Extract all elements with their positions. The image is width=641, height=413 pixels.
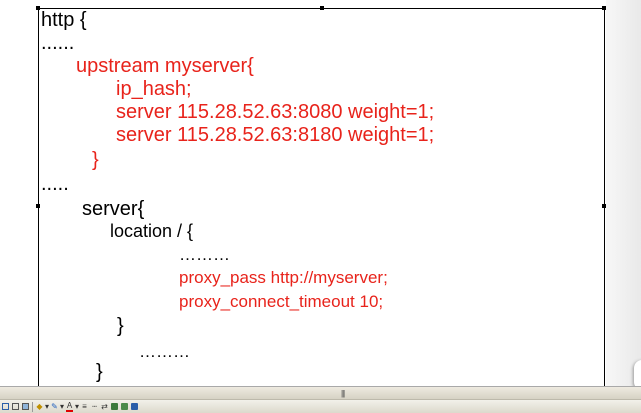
dash-style-icon[interactable]: ┄ [90, 402, 99, 412]
code-line-upstream-close: } [92, 149, 99, 171]
code-line-server-close: } [96, 361, 103, 383]
code-line-server-8080: server 115.28.52.63:8080 weight=1; [116, 101, 435, 123]
textbox-icon[interactable] [11, 402, 20, 412]
dropdown-arrow-icon[interactable]: ▾ [75, 402, 79, 412]
resize-handle-top-center[interactable] [320, 6, 324, 10]
code-line-http: http { [41, 9, 87, 31]
right-panel-edge [606, 0, 641, 390]
code-line-proxy-timeout: proxy_connect_timeout 10; [179, 292, 384, 311]
code-line-ip-hash: ip_hash; [116, 78, 192, 100]
3d-icon[interactable] [120, 402, 129, 412]
arrow-style-icon[interactable]: ⇄ [100, 402, 109, 412]
code-line-server-8180: server 115.28.52.63:8180 weight=1; [116, 124, 435, 146]
slide-canvas[interactable]: http { ...... upstream myserver{ ip_hash… [36, 6, 606, 386]
code-line-ellipsis-4: ……… [139, 342, 190, 361]
code-line-ellipsis-2: ..... [41, 173, 69, 195]
code-line-server-block: server{ [82, 198, 145, 220]
picture-icon[interactable] [21, 402, 30, 412]
code-line-location: location / { [110, 221, 194, 241]
line-style-icon[interactable]: ≡ [80, 402, 89, 412]
code-line-ellipsis-3: ……… [179, 245, 230, 264]
line-color-icon[interactable]: ✎ [50, 402, 59, 412]
font-color-icon[interactable]: A [65, 401, 74, 412]
autoshape-icon[interactable] [1, 402, 10, 412]
fill-color-icon[interactable]: ◆ [35, 402, 44, 412]
select-icon[interactable] [130, 402, 139, 412]
dropdown-arrow-icon[interactable]: ▾ [60, 402, 64, 412]
code-line-upstream: upstream myserver{ [76, 55, 254, 77]
code-line-proxy-pass: proxy_pass http://myserver; [179, 268, 388, 287]
dropdown-arrow-icon[interactable]: ▾ [45, 402, 49, 412]
code-line-location-close: } [117, 315, 124, 337]
code-line-ellipsis-1: ...... [41, 32, 75, 54]
resize-handle-top-left[interactable] [36, 6, 40, 10]
resize-handle-mid-left[interactable] [36, 204, 40, 208]
splitter-grip-icon: ||| [341, 389, 345, 398]
shadow-icon[interactable] [110, 402, 119, 412]
drawing-toolbar: ◆ ▾ ✎ ▾ A ▾ ≡ ┄ ⇄ [0, 399, 641, 413]
toolbar-separator [32, 401, 33, 412]
pane-splitter[interactable]: ||| [0, 386, 641, 399]
